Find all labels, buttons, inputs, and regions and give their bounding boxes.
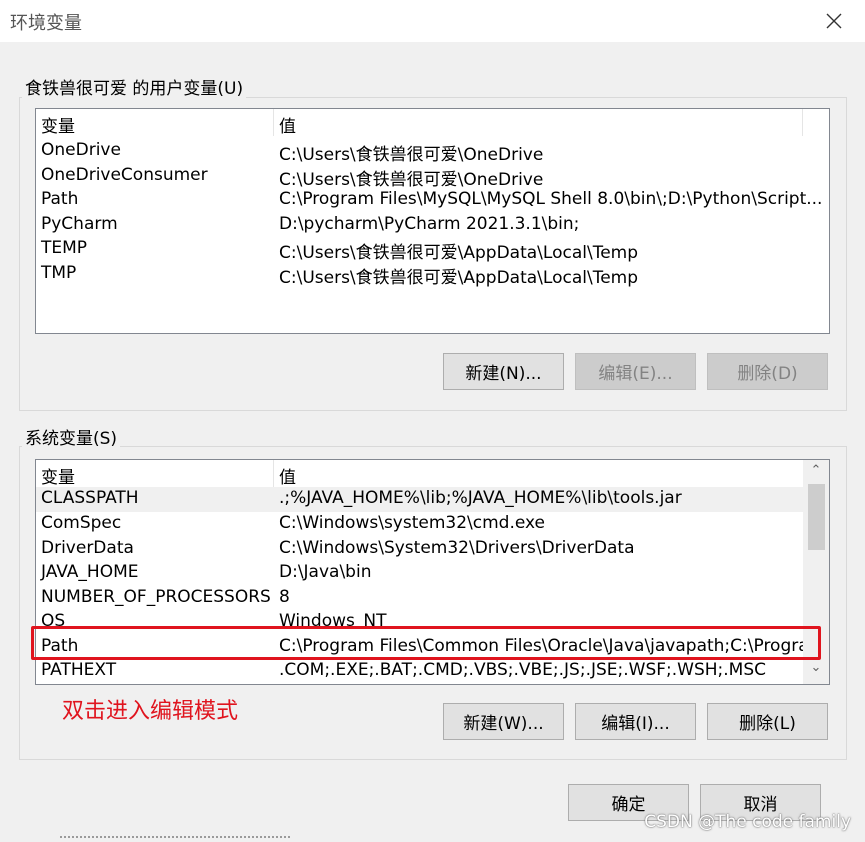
var-name: PATHEXT (41, 660, 117, 680)
user-new-button[interactable]: 新建(N)... (443, 353, 564, 390)
scroll-up-icon[interactable]: ⌃ (803, 463, 829, 478)
var-value: D:\pycharm\PyCharm 2021.3.1\bin; (279, 213, 580, 234)
var-name: TMP (41, 262, 77, 283)
system-new-button[interactable]: 新建(W)... (443, 703, 564, 740)
table-row[interactable]: NUMBER_OF_PROCESSORS 8 (36, 586, 805, 611)
user-vars-list[interactable]: 变量 值 OneDrive C:\Users\食铁兽很可爱\OneDrive O… (35, 108, 830, 334)
table-row[interactable]: DriverData C:\Windows\System32\Drivers\D… (36, 537, 805, 562)
user-vars-group-label: 食铁兽很可爱 的用户变量(U) (22, 74, 247, 99)
var-value: .;%JAVA_HOME%\lib;%JAVA_HOME%\lib\tools.… (279, 488, 682, 508)
system-vars-header: 变量 值 (36, 460, 805, 488)
var-value: .COM;.EXE;.BAT;.CMD;.VBS;.VBE;.JS;.JSE;.… (279, 660, 767, 680)
table-row[interactable]: ComSpec C:\Windows\system32\cmd.exe (36, 512, 805, 537)
var-name: OneDrive (41, 140, 121, 160)
watermark: CSDN @The code family (644, 812, 851, 832)
table-row[interactable]: PyCharm D:\pycharm\PyCharm 2021.3.1\bin; (36, 213, 829, 238)
table-row[interactable]: Path C:\Program Files\MySQL\MySQL Shell … (36, 188, 829, 213)
user-edit-button[interactable]: 编辑(E)... (575, 353, 696, 390)
var-value: C:\Users\食铁兽很可爱\OneDrive (279, 169, 544, 190)
var-value: 8 (279, 586, 290, 607)
table-row[interactable]: JAVA_HOME D:\Java\bin (36, 561, 805, 586)
column-header-name[interactable]: 变量 (41, 463, 75, 488)
var-name: TEMP (41, 238, 88, 258)
var-name: PyCharm (41, 213, 118, 234)
var-name: ComSpec (41, 513, 122, 533)
scroll-thumb[interactable] (808, 484, 825, 550)
system-vars-group-label: 系统变量(S) (22, 424, 121, 449)
var-name: OneDriveConsumer (41, 164, 208, 185)
system-edit-button[interactable]: 编辑(I)... (575, 703, 696, 740)
var-value: C:\Users\食铁兽很可爱\OneDrive (279, 145, 544, 165)
cropped-edge (60, 836, 290, 842)
user-vars-header: 变量 值 (36, 109, 829, 137)
var-name: JAVA_HOME (41, 562, 139, 582)
column-header-name[interactable]: 变量 (41, 112, 75, 137)
column-header-value[interactable]: 值 (279, 463, 296, 488)
window-title: 环境变量 (10, 13, 82, 34)
var-value: C:\Users\食铁兽很可爱\AppData\Local\Temp (279, 243, 639, 263)
table-row[interactable]: OneDrive C:\Users\食铁兽很可爱\OneDrive (36, 139, 829, 165)
scroll-down-icon[interactable]: ⌄ (803, 660, 829, 675)
var-value: C:\Windows\System32\Drivers\DriverData (279, 537, 635, 558)
table-row[interactable]: OneDriveConsumer C:\Users\食铁兽很可爱\OneDriv… (36, 164, 829, 190)
system-delete-button[interactable]: 删除(L) (707, 703, 828, 740)
var-name: CLASSPATH (41, 488, 139, 508)
table-row[interactable]: TMP C:\Users\食铁兽很可爱\AppData\Local\Temp (36, 262, 829, 288)
table-row[interactable]: CLASSPATH .;%JAVA_HOME%\lib;%JAVA_HOME%\… (36, 487, 805, 512)
var-name: DriverData (41, 537, 134, 558)
table-row[interactable]: PATHEXT .COM;.EXE;.BAT;.CMD;.VBS;.VBE;.J… (36, 659, 805, 684)
column-header-value[interactable]: 值 (279, 112, 296, 137)
var-name: Path (41, 189, 79, 209)
user-delete-button[interactable]: 删除(D) (707, 353, 828, 390)
table-row[interactable]: TEMP C:\Users\食铁兽很可爱\AppData\Local\Temp (36, 237, 829, 263)
var-value: D:\Java\bin (279, 562, 372, 582)
path-highlight-box (31, 626, 821, 660)
var-value: C:\Windows\system32\cmd.exe (279, 513, 546, 533)
var-name: NUMBER_OF_PROCESSORS (41, 586, 271, 607)
var-value: C:\Program Files\MySQL\MySQL Shell 8.0\b… (279, 189, 823, 209)
close-icon[interactable] (819, 6, 849, 36)
annotation-text: 双击进入编辑模式 (62, 699, 239, 724)
var-value: C:\Users\食铁兽很可爱\AppData\Local\Temp (279, 267, 639, 288)
title-bar: 环境变量 (0, 0, 865, 42)
